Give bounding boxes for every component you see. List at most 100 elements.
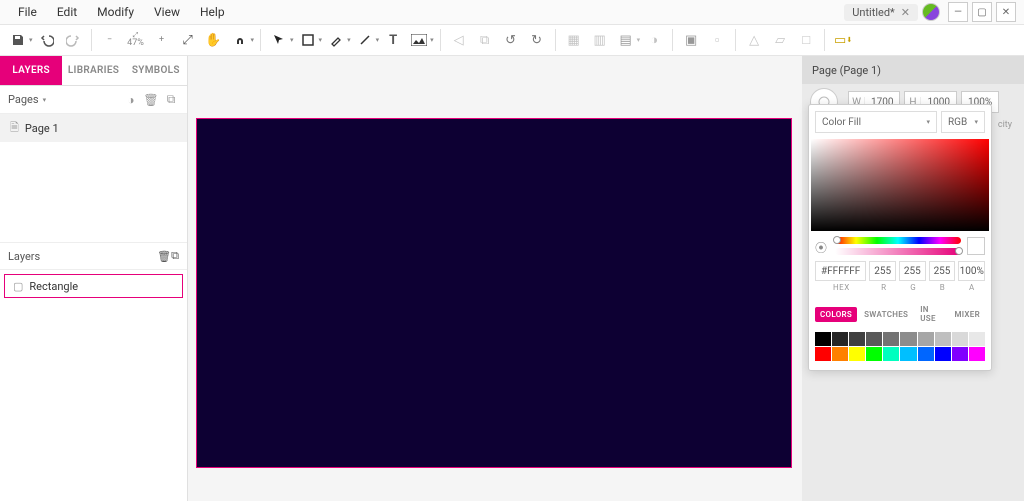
color-swatch[interactable] [918, 332, 934, 346]
color-swatch[interactable] [935, 347, 951, 361]
b-input[interactable]: 255 [929, 261, 956, 281]
color-swatch[interactable] [866, 347, 882, 361]
color-swatch[interactable] [832, 332, 848, 346]
rotate-ccw-icon[interactable]: ↺ [499, 28, 523, 52]
hue-slider[interactable] [835, 237, 961, 244]
document-title-chip[interactable]: Untitled* ✕ [844, 4, 918, 21]
pathop2-icon[interactable]: ▱ [768, 28, 792, 52]
chevron-down-icon[interactable]: ▾ [347, 36, 351, 44]
color-swatch[interactable] [849, 332, 865, 346]
color-swatch[interactable] [952, 347, 968, 361]
tab-symbols[interactable]: SYMBOLS [125, 56, 187, 85]
select-tool-icon[interactable] [267, 28, 291, 52]
chevron-down-icon[interactable]: ▾ [319, 36, 323, 44]
color-swatch[interactable] [883, 347, 899, 361]
chevron-down-icon[interactable]: ▾ [29, 36, 33, 44]
pen-tool-icon[interactable] [324, 28, 348, 52]
text-tool-icon[interactable]: T [381, 28, 405, 52]
export-icon[interactable]: ▭⬇ [831, 28, 855, 52]
toggle-icon[interactable]: ◑ [123, 93, 139, 107]
layers-label: Layers [8, 250, 40, 263]
chevron-down-icon[interactable]: ▾ [251, 36, 255, 44]
tab-libraries[interactable]: LIBRARIES [62, 56, 124, 85]
tab-mixer[interactable]: MIXER [949, 307, 985, 322]
trash-icon[interactable]: 🗑 [143, 93, 159, 107]
align-center-icon[interactable]: ⧉ [473, 28, 497, 52]
tab-inuse[interactable]: IN USE [915, 302, 947, 326]
eyedropper-icon[interactable]: ⦿ [815, 239, 829, 253]
color-swatch[interactable] [900, 332, 916, 346]
tab-swatches[interactable]: SWATCHES [859, 307, 913, 322]
window-maximize-button[interactable]: ▢ [972, 2, 992, 22]
zoom-level[interactable]: ⤢47% [124, 28, 148, 52]
hex-input[interactable]: #FFFFFF [815, 261, 866, 281]
layer-row[interactable]: ▢ Rectangle [4, 274, 183, 298]
pathop1-icon[interactable]: △ [742, 28, 766, 52]
image-tool-icon[interactable] [407, 28, 431, 52]
chevron-down-icon[interactable]: ▾ [430, 36, 434, 44]
zoom-in-icon[interactable]: + [150, 28, 174, 52]
color-swatch[interactable] [969, 332, 985, 346]
page-info-header: Page (Page 1) [802, 56, 1024, 84]
a-label: A [959, 283, 985, 292]
avatar[interactable] [922, 3, 940, 21]
snap-icon[interactable] [228, 28, 252, 52]
chevron-down-icon[interactable]: ▾ [290, 36, 294, 44]
page-row[interactable]: 🗎 Page 1 [0, 114, 187, 142]
zoom-out-icon[interactable]: − [98, 28, 122, 52]
component-icon[interactable]: ▣ [679, 28, 703, 52]
color-swatch[interactable] [815, 347, 831, 361]
menu-edit[interactable]: Edit [47, 5, 87, 19]
trash-icon[interactable]: 🗑 [157, 250, 171, 263]
color-swatch[interactable] [883, 332, 899, 346]
g-input[interactable]: 255 [899, 261, 926, 281]
pan-icon[interactable]: ✋ [202, 28, 226, 52]
window-minimize-button[interactable]: — [948, 2, 968, 22]
color-swatch[interactable] [866, 332, 882, 346]
artboard-rectangle[interactable] [196, 118, 792, 468]
menu-modify[interactable]: Modify [87, 5, 144, 19]
canvas[interactable] [188, 56, 802, 501]
tab-colors[interactable]: COLORS [815, 307, 857, 322]
color-swatch[interactable] [832, 347, 848, 361]
a-input[interactable]: 100% [958, 261, 985, 281]
layers-header: Layers 🗑 ⧉ [0, 242, 187, 270]
color-swatch[interactable] [815, 332, 831, 346]
chevron-down-icon[interactable]: ▾ [376, 36, 380, 44]
ungroup-icon[interactable]: ▥ [588, 28, 612, 52]
shape-tool-icon[interactable] [296, 28, 320, 52]
line-tool-icon[interactable] [353, 28, 377, 52]
chevron-down-icon[interactable]: ▾ [637, 36, 641, 44]
r-input[interactable]: 255 [869, 261, 896, 281]
undo-icon[interactable] [35, 28, 59, 52]
close-icon[interactable]: ✕ [901, 6, 910, 19]
color-swatch[interactable] [918, 347, 934, 361]
fill-mode-select[interactable]: Color Fill▾ [815, 111, 937, 133]
menu-help[interactable]: Help [190, 5, 235, 19]
rotate-cw-icon[interactable]: ↻ [525, 28, 549, 52]
group-icon[interactable]: ▦ [562, 28, 586, 52]
color-swatch[interactable] [952, 332, 968, 346]
color-gradient-area[interactable] [811, 139, 989, 231]
detach-icon[interactable]: ▫ [705, 28, 729, 52]
color-swatch[interactable] [935, 332, 951, 346]
menu-view[interactable]: View [144, 5, 190, 19]
pathop3-icon[interactable]: □ [794, 28, 818, 52]
alpha-slider[interactable] [835, 248, 961, 255]
align-left-icon[interactable]: ◁ [447, 28, 471, 52]
color-swatch[interactable] [849, 347, 865, 361]
window-close-button[interactable]: ✕ [996, 2, 1016, 22]
chevron-down-icon[interactable]: ▾ [43, 96, 47, 104]
redo-icon[interactable] [61, 28, 85, 52]
fit-icon[interactable]: ⤢ [176, 28, 200, 52]
color-space-select[interactable]: RGB▾ [941, 111, 985, 133]
color-swatch[interactable] [900, 347, 916, 361]
save-icon[interactable] [6, 28, 30, 52]
duplicate-icon[interactable]: ⧉ [163, 92, 179, 107]
mask-icon[interactable]: ◑ [642, 28, 666, 52]
tab-layers[interactable]: LAYERS [0, 56, 62, 85]
color-swatch[interactable] [969, 347, 985, 361]
duplicate-icon[interactable]: ⧉ [171, 249, 179, 263]
arrange-icon[interactable]: ▤ [614, 28, 638, 52]
menu-file[interactable]: File [8, 5, 47, 19]
